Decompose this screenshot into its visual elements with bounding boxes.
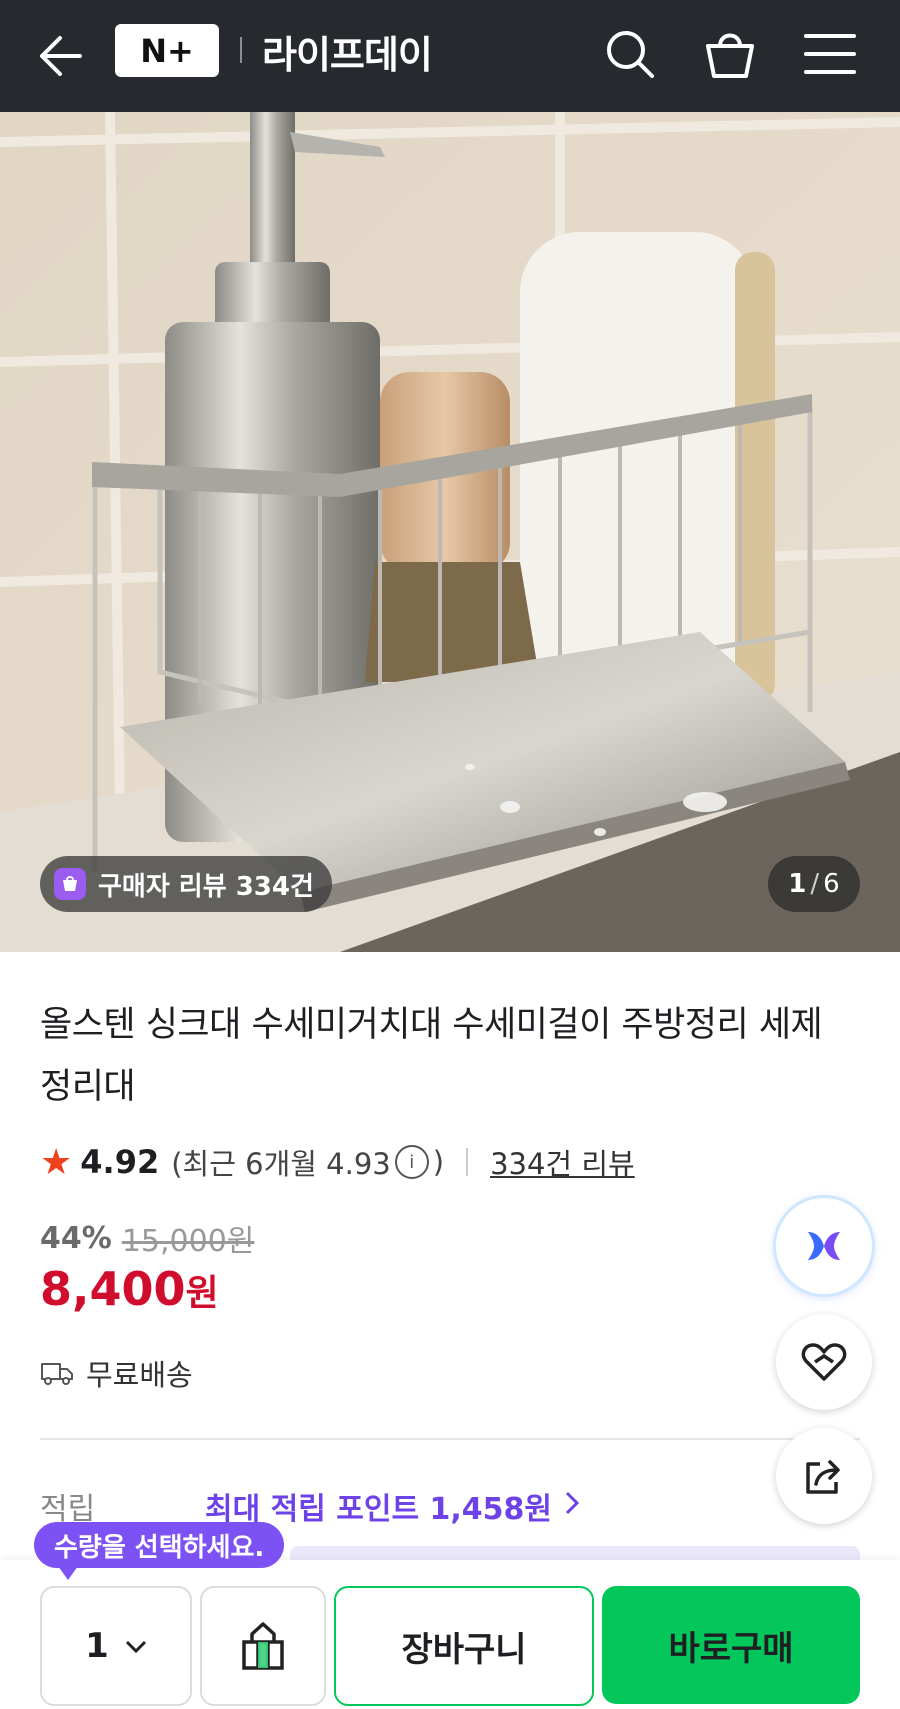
shipping-text: 무료배송 [86,1358,193,1392]
recent-rating-close: ) [432,1145,445,1179]
product-photo [0,112,900,952]
original-price: 15,000원 [121,1224,255,1259]
chevron-right-icon [564,1489,580,1524]
chevron-down-icon [125,1632,147,1660]
star-icon: ★ [40,1141,73,1183]
back-arrow-icon[interactable] [34,30,86,82]
buy-now-button[interactable]: 바로구매 [602,1586,860,1704]
section-divider [40,1438,860,1440]
quantity-select[interactable]: 1 [40,1586,192,1706]
quantity-value: 1 [85,1626,109,1666]
header-divider [240,37,242,63]
rating-score: 4.92 [80,1143,160,1181]
share-button[interactable] [776,1428,872,1524]
ai-assistant-button[interactable] [776,1198,872,1294]
naver-plus-logo[interactable]: N+ [115,24,219,77]
recent-rating: (최근 6개월 4.93 [171,1147,391,1181]
image-counter-current: 1 [788,869,807,899]
wishlist-button[interactable] [776,1314,872,1410]
gift-icon [242,1622,284,1670]
search-icon[interactable] [602,26,658,82]
truck-icon [41,1363,73,1385]
quantity-tooltip: 수량을 선택하세요. [34,1522,285,1580]
store-name[interactable]: 라이프데이 [262,24,433,79]
sale-price: 8,400원 [40,1262,219,1316]
product-title: 올스텐 싱크대 수세미거치대 수세미걸이 주방정리 세제 정리대 [40,1005,823,1107]
review-bag-icon [54,868,86,900]
sale-price-value: 8,400 [40,1262,186,1316]
image-counter-separator: / [810,869,820,899]
ai-sparkle-icon [808,1232,840,1260]
shopping-bag-icon[interactable] [702,26,758,82]
discount-rate: 44% [40,1220,112,1256]
menu-icon[interactable] [802,26,858,82]
product-image-carousel[interactable] [0,112,900,952]
review-count-link[interactable]: 334건 리뷰 [490,1141,635,1183]
image-counter-total: 6 [823,869,840,899]
info-icon[interactable]: i [394,1145,429,1179]
discount-row: 44% 15,000원 [40,1216,254,1260]
purchase-bar: 1 장바구니 바로구매 [0,1560,900,1709]
image-counter: 1 / 6 [768,856,860,912]
shipping-row: 무료배송 [40,1352,193,1394]
gift-button[interactable] [200,1586,326,1706]
add-to-cart-button[interactable]: 장바구니 [334,1586,594,1706]
price-unit: 원 [185,1273,219,1314]
rating-row: ★ 4.92 (최근 6개월 4.93 i ) 334건 리뷰 [40,1140,635,1184]
rating-divider [466,1148,469,1176]
points-banner-edge [290,1546,860,1560]
review-chip-label: 구매자 리뷰 334건 [98,871,314,902]
share-icon [806,1460,840,1494]
buyer-review-chip[interactable]: 구매자 리뷰 334건 [40,856,332,912]
heart-icon [801,1343,847,1381]
top-bar: N+ 라이프데이 [0,0,900,112]
